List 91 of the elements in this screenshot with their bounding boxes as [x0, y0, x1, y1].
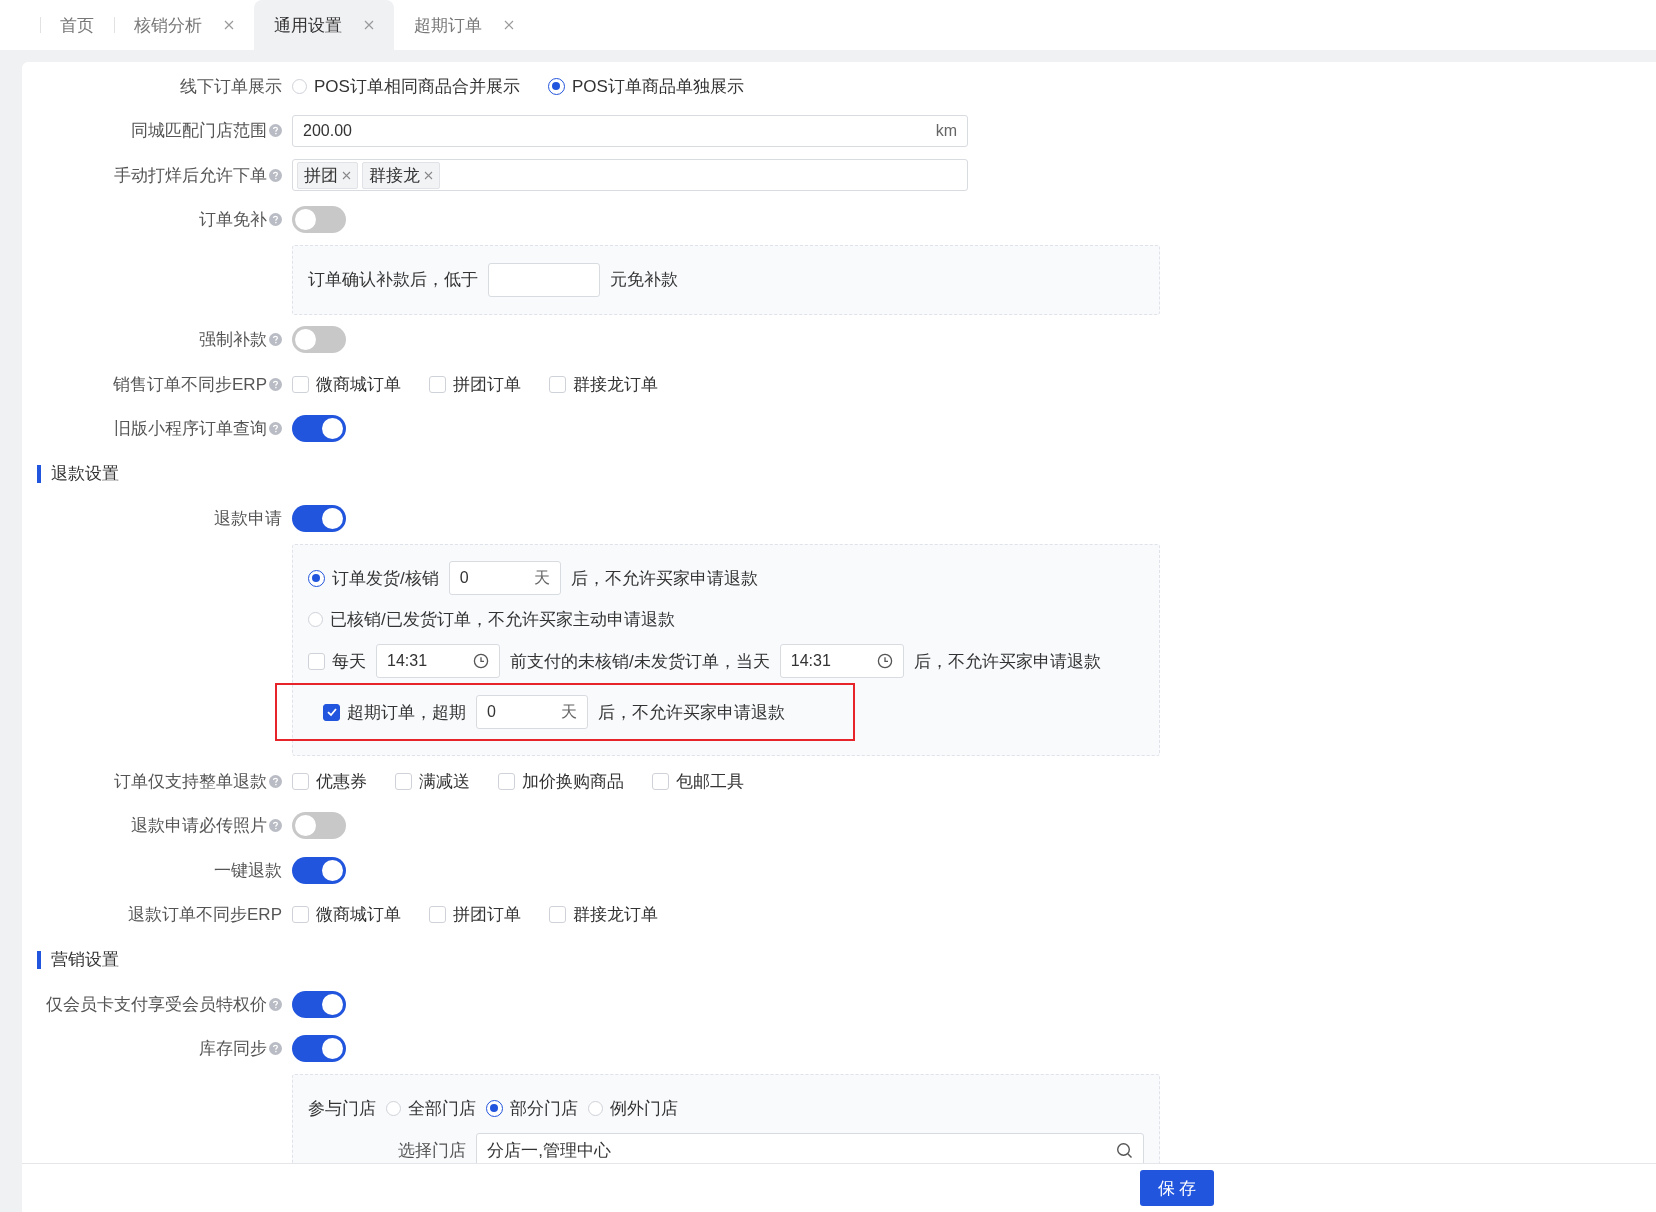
option-text: 订单确认补款后，低于 [308, 269, 478, 292]
toggle-switch[interactable] [292, 856, 346, 884]
help-icon[interactable] [269, 997, 282, 1011]
field-label: 退款申请必传照片 [131, 815, 267, 838]
toggle-switch[interactable] [292, 326, 346, 354]
option-label: 订单发货/核销 [332, 567, 439, 590]
field-label: 强制补款 [199, 329, 267, 352]
page-tab[interactable]: 核销分析 [114, 0, 254, 50]
field-label: 仅会员卡支付享受会员特权价 [46, 993, 267, 1016]
option-text: 前支付的未核销/未发货订单，当天 [510, 650, 770, 673]
help-icon[interactable] [269, 819, 282, 833]
page-tab[interactable]: 通用设置 [254, 0, 394, 50]
field-label: 线下订单展示 [180, 75, 282, 98]
help-icon[interactable] [269, 1042, 282, 1056]
option-text: 元免补款 [610, 269, 678, 292]
close-icon[interactable] [224, 20, 234, 30]
time-field[interactable]: 14:31 [376, 644, 500, 679]
remove-icon[interactable] [424, 170, 433, 180]
time-field[interactable]: 14:31 [779, 644, 904, 679]
option-label: 满减送 [419, 770, 470, 793]
close-icon[interactable] [504, 20, 514, 30]
field-label: 库存同步 [199, 1038, 267, 1061]
field-label: 订单仅支持整单退款 [114, 770, 267, 793]
help-icon[interactable] [269, 422, 282, 436]
option-label: 例外门店 [610, 1098, 678, 1121]
help-icon[interactable] [269, 333, 282, 347]
help-icon[interactable] [269, 124, 282, 138]
tag-select-field[interactable]: 拼团 群接龙 [292, 159, 968, 192]
section-title: 营销设置 [51, 949, 119, 971]
tag[interactable]: 群接龙 [362, 161, 440, 189]
section-marker [37, 950, 41, 969]
field-label: 参与门店 [308, 1098, 376, 1121]
close-icon[interactable] [364, 20, 374, 30]
option-label: 群接龙订单 [573, 373, 658, 396]
option-label: POS订单相同商品合并展示 [314, 75, 520, 98]
input-field[interactable]: 200.00 km [292, 114, 968, 147]
checkbox[interactable] [323, 703, 340, 721]
clock-icon [876, 653, 893, 670]
option-text: 后，不允许买家申请退款 [570, 567, 758, 590]
page-tab[interactable]: 首页 [40, 0, 114, 50]
input-field[interactable]: 0 天 [448, 561, 561, 596]
option-label: 包邮工具 [676, 770, 744, 793]
option-label: 优惠券 [316, 770, 367, 793]
radio-button[interactable] [486, 1100, 503, 1118]
section-marker [37, 464, 41, 483]
help-icon[interactable] [269, 213, 282, 227]
radio-button[interactable] [308, 569, 325, 587]
tag[interactable]: 拼团 [297, 161, 358, 189]
option-text: 后，不允许买家申请退款 [913, 650, 1101, 673]
help-icon[interactable] [269, 774, 282, 788]
option-text: 后，不允许买家申请退款 [598, 701, 785, 724]
field-label: 退款申请 [214, 507, 282, 530]
option-label: 每天 [332, 650, 366, 673]
page-tab[interactable]: 超期订单 [394, 0, 534, 50]
option-label: 超期订单，超期 [347, 701, 466, 724]
option-label: 微商城订单 [316, 904, 401, 927]
remove-icon[interactable] [342, 170, 351, 180]
option-label: 群接龙订单 [573, 904, 658, 927]
option-label: POS订单商品单独展示 [571, 75, 744, 98]
field-label: 退款订单不同步ERP [128, 904, 282, 927]
toggle-switch[interactable] [292, 812, 346, 840]
option-label: 拼团订单 [453, 904, 521, 927]
option-label: 加价换购商品 [522, 770, 624, 793]
help-icon[interactable] [269, 168, 282, 182]
field-label: 选择门店 [397, 1139, 467, 1162]
field-label: 旧版小程序订单查询 [114, 418, 267, 441]
search-icon [1116, 1141, 1133, 1159]
toggle-switch[interactable] [292, 990, 346, 1018]
option-label: 全部门店 [408, 1098, 476, 1121]
section-title: 退款设置 [51, 463, 119, 485]
toggle-switch[interactable] [292, 504, 346, 532]
help-icon[interactable] [269, 377, 282, 391]
field-label: 一键退款 [214, 859, 282, 882]
option-label: 已核销/已发货订单，不允许买家主动申请退款 [330, 609, 675, 632]
toggle-switch[interactable] [292, 206, 346, 234]
clock-icon [473, 653, 489, 670]
option-label: 拼团订单 [453, 373, 521, 396]
radio-button[interactable] [547, 77, 565, 95]
option-label: 部分门店 [510, 1098, 578, 1121]
input-field[interactable] [488, 262, 600, 297]
field-label: 销售订单不同步ERP [113, 373, 267, 396]
field-label: 手动打烊后允许下单 [114, 164, 267, 187]
field-label: 同城匹配门店范围 [131, 120, 267, 143]
option-label: 微商城订单 [316, 373, 401, 396]
toggle-switch[interactable] [292, 415, 346, 443]
search-field[interactable]: 分店一,管理中心 [476, 1133, 1144, 1163]
field-label: 订单免补 [199, 209, 267, 232]
check-icon [325, 706, 338, 718]
save-button[interactable]: 保 存 [1140, 1170, 1214, 1206]
input-field[interactable]: 0 天 [476, 695, 588, 729]
toggle-switch[interactable] [292, 1035, 346, 1063]
